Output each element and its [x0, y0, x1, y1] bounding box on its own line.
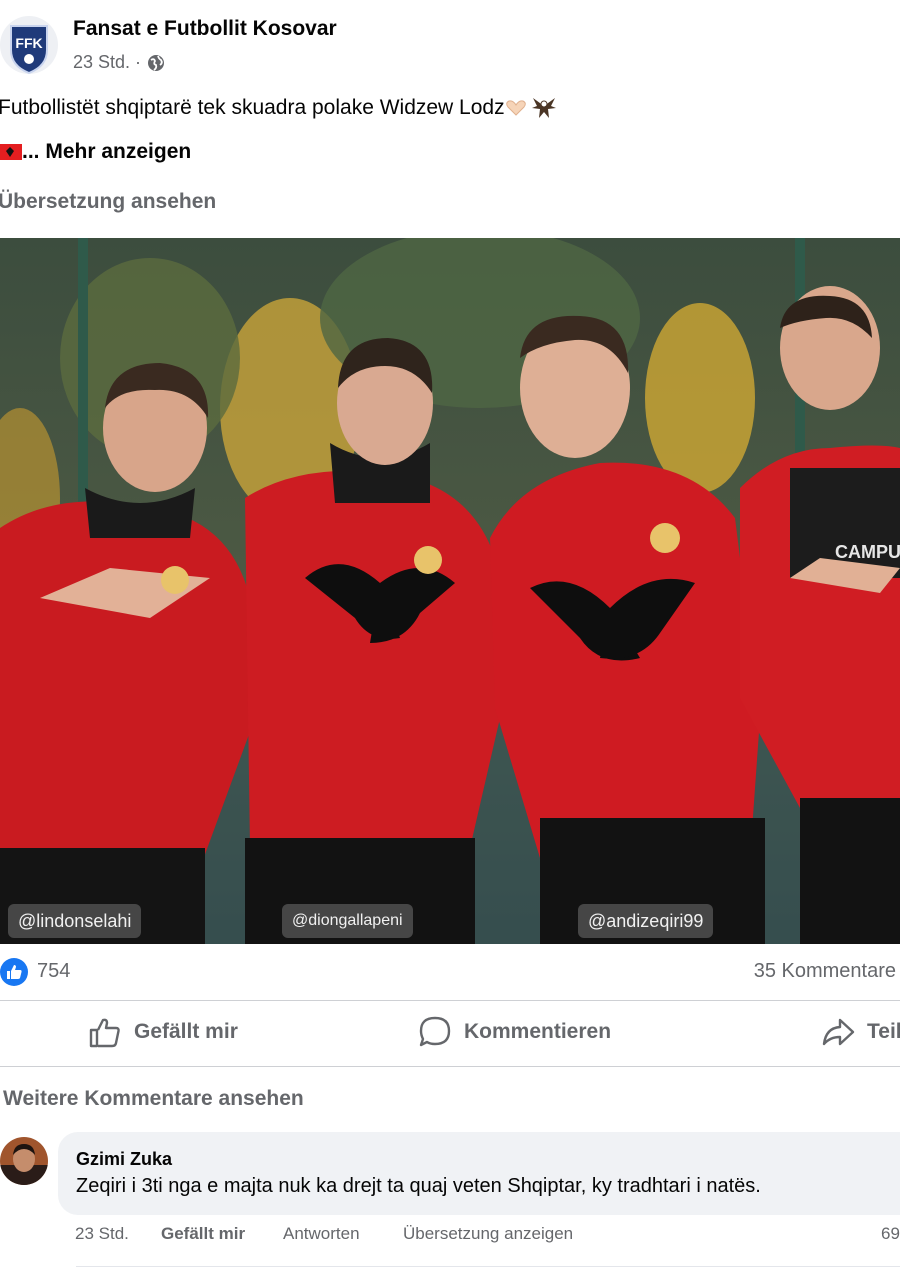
comment-reply-button[interactable]: Antworten — [283, 1224, 360, 1244]
see-more-link[interactable]: ... Mehr anzeigen — [22, 140, 191, 164]
comment-label: Kommentieren — [464, 1020, 612, 1043]
comment-count[interactable]: 35 Kommentare — [754, 960, 896, 983]
divider — [0, 1066, 900, 1067]
globe-icon — [148, 54, 165, 71]
comment-reaction-count[interactable]: 69 — [881, 1224, 900, 1244]
like-count[interactable]: 754 — [37, 960, 70, 983]
photo-tag[interactable]: @lindonselahi — [8, 904, 142, 938]
comment-text: Zeqiri i 3ti nga e majta nuk ka drejt ta… — [76, 1175, 761, 1197]
photo-tag[interactable]: @andizeqiri99 — [578, 904, 714, 938]
divider — [76, 1266, 900, 1267]
commenter-avatar[interactable] — [0, 1135, 48, 1187]
photo-tag[interactable]: @diongallapeni — [282, 904, 413, 938]
divider — [0, 1000, 900, 1001]
comment-bubble — [58, 1132, 900, 1215]
like-label: Gefällt mir — [134, 1020, 238, 1043]
team-photo-image: CAMPU — [0, 238, 900, 944]
see-translation-link[interactable]: Übersetzung ansehen — [0, 190, 216, 214]
heart-hands-icon — [505, 100, 526, 116]
share-label: Teilen — [867, 1020, 900, 1043]
comment-bubble-icon — [419, 1016, 451, 1047]
avatar-initials: FFK — [15, 35, 42, 51]
see-more-row: ... Mehr anzeigen — [0, 140, 191, 164]
view-more-comments-link[interactable]: Weitere Kommentare ansehen — [3, 1087, 304, 1111]
share-button[interactable]: Teilen — [821, 1015, 900, 1049]
like-reaction-icon[interactable] — [0, 958, 28, 986]
like-button[interactable]: Gefällt mir — [88, 1015, 238, 1049]
share-arrow-icon — [822, 1018, 855, 1046]
comment-time[interactable]: 23 Std. — [75, 1224, 129, 1244]
page-name[interactable]: Fansat e Futbollit Kosovar — [73, 17, 337, 41]
page-avatar[interactable]: FFK — [0, 14, 58, 76]
eagle-icon — [531, 98, 556, 118]
sponsor-text: CAMPU — [835, 542, 900, 562]
post-text-row: Futbollistët shqiptarë tek skuadra polak… — [0, 96, 557, 120]
post-time[interactable]: 23 Std. · — [73, 52, 141, 73]
comment-author[interactable]: Gzimi Zuka — [76, 1149, 172, 1170]
post-photo[interactable]: CAMPU @lindonselahi @diongallapeni @andi… — [0, 238, 900, 944]
comment-translate-link[interactable]: Übersetzung anzeigen — [403, 1224, 573, 1244]
thumbs-up-icon — [89, 1018, 120, 1048]
comment-button[interactable]: Kommentieren — [418, 1015, 611, 1049]
post-text: Futbollistët shqiptarë tek skuadra polak… — [0, 96, 505, 119]
post-meta: 23 Std. · — [73, 52, 165, 73]
albania-flag-icon — [0, 144, 22, 160]
comment-like-button[interactable]: Gefällt mir — [161, 1224, 245, 1244]
